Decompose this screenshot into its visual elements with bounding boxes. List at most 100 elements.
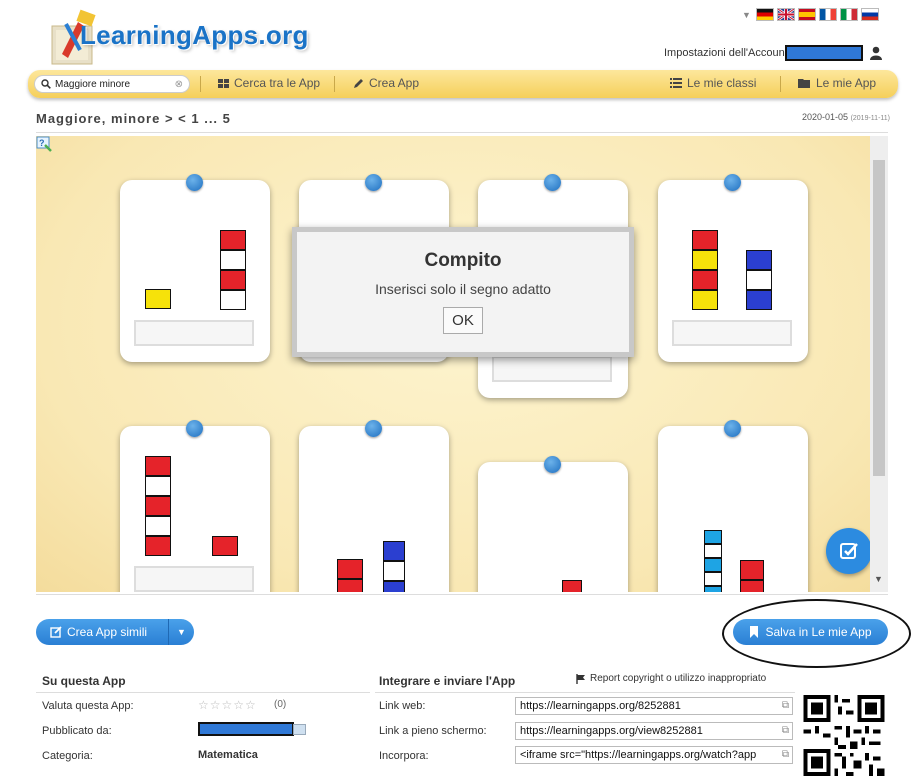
- nav-mie-classi[interactable]: Le mie classi: [670, 76, 756, 90]
- date-value: 2020-01-05: [802, 112, 849, 122]
- divider: [334, 76, 335, 92]
- uk-flag-icon[interactable]: [776, 8, 795, 21]
- scrollbar-thumb[interactable]: [873, 160, 885, 476]
- italian-flag-icon[interactable]: [839, 8, 858, 21]
- block: [145, 516, 171, 536]
- german-flag-icon[interactable]: [755, 8, 774, 21]
- block: [220, 290, 246, 310]
- spanish-flag-icon[interactable]: [797, 8, 816, 21]
- pencil-icon: [354, 78, 363, 88]
- rating-stars[interactable]: ☆☆☆☆☆: [198, 698, 257, 712]
- block: [220, 250, 246, 270]
- block: [145, 456, 171, 476]
- report-link[interactable]: Report copyright o utilizzo inappropriat…: [576, 673, 766, 684]
- crea-app-simili-main[interactable]: Crea App simili: [36, 619, 168, 645]
- block: [746, 250, 772, 270]
- pin-icon: [544, 456, 561, 473]
- nav-crea-app[interactable]: Crea App: [353, 76, 419, 90]
- block: [562, 580, 582, 592]
- dialog-title: Compito: [424, 250, 502, 271]
- block: [746, 270, 772, 290]
- block: [383, 561, 405, 581]
- category-value[interactable]: Matematica: [198, 749, 258, 761]
- pin-icon: [724, 174, 741, 191]
- ok-button[interactable]: OK: [443, 307, 483, 334]
- account-settings-label[interactable]: Impostazioni dell'Accoun: [664, 47, 785, 59]
- fullscreen-link-value: https://learningapps.org/view8252881: [520, 725, 703, 737]
- scroll-down-icon[interactable]: ▼: [874, 574, 883, 584]
- task-card[interactable]: [658, 174, 808, 362]
- answer-slot[interactable]: [134, 566, 254, 592]
- divider: [200, 76, 201, 92]
- block: [383, 581, 405, 592]
- rate-count: (0): [274, 699, 287, 710]
- search-icon: [41, 79, 51, 89]
- french-flag-icon[interactable]: [818, 8, 837, 21]
- fullscreen-link-field[interactable]: https://learningapps.org/view8252881 ⧉: [515, 722, 793, 740]
- task-card[interactable]: [299, 420, 449, 592]
- copy-icon[interactable]: ⧉: [782, 725, 789, 736]
- nav-mie-app[interactable]: Le mie App: [798, 76, 876, 90]
- block: [704, 558, 722, 572]
- logo-text: LearningApps.org: [80, 20, 309, 50]
- block: [220, 270, 246, 290]
- search-box[interactable]: ⊗: [34, 75, 190, 93]
- report-label: Report copyright o utilizzo inappropriat…: [590, 673, 767, 684]
- crea-app-simili-button[interactable]: Crea App simili ▼: [36, 619, 194, 645]
- embed-field[interactable]: <iframe src="https://learningapps.org/wa…: [515, 746, 793, 764]
- answer-slot[interactable]: [492, 356, 612, 382]
- block: [220, 230, 246, 250]
- pin-icon: [186, 420, 203, 437]
- chevron-down-icon[interactable]: ▼: [742, 10, 751, 20]
- help-icon[interactable]: ?: [36, 136, 52, 152]
- folder-icon: [798, 79, 810, 88]
- rate-label: Valuta questa App:: [42, 700, 134, 712]
- block: [337, 579, 363, 592]
- block: [145, 289, 171, 309]
- divider: [375, 692, 795, 693]
- answer-slot[interactable]: [672, 320, 792, 346]
- answer-slot[interactable]: [134, 320, 254, 346]
- block: [337, 559, 363, 579]
- web-link-field[interactable]: https://learningapps.org/8252881 ⧉: [515, 697, 793, 715]
- account-settings[interactable]: Impostazioni dell'Accoun: [664, 45, 883, 61]
- copy-icon[interactable]: ⧉: [782, 749, 789, 760]
- app-board[interactable]: ? ▼: [36, 136, 888, 592]
- date-label: 2020-01-05 (2019-11-11): [802, 112, 890, 122]
- block: [145, 476, 171, 496]
- task-card[interactable]: [658, 420, 808, 592]
- highlight-ellipse: [722, 599, 911, 668]
- nav-cerca-app[interactable]: Cerca tra le App: [218, 76, 320, 90]
- embed-value: <iframe src="https://learningapps.org/wa…: [520, 749, 757, 761]
- list-icon: [670, 78, 682, 88]
- svg-text:?: ?: [39, 138, 45, 148]
- task-dialog: Compito Inserisci solo il segno adatto O…: [292, 227, 634, 357]
- block: [692, 230, 718, 250]
- redacted-username: [784, 45, 863, 61]
- scrollbar[interactable]: ▼: [870, 136, 888, 592]
- clear-search-icon[interactable]: ⊗: [175, 79, 183, 90]
- nav-bar: ⊗ Cerca tra le App Crea App Le mie class…: [28, 70, 898, 98]
- block: [704, 586, 722, 592]
- user-icon[interactable]: [869, 46, 883, 60]
- block: [704, 572, 722, 586]
- task-card[interactable]: [478, 456, 628, 592]
- divider: [36, 594, 888, 595]
- task-card[interactable]: [120, 174, 270, 362]
- search-input[interactable]: [55, 78, 173, 90]
- task-card[interactable]: [120, 420, 270, 592]
- russian-flag-icon[interactable]: [860, 8, 879, 21]
- divider: [36, 132, 888, 133]
- author-badge: [293, 724, 306, 735]
- check-button[interactable]: [826, 528, 872, 574]
- copy-icon[interactable]: ⧉: [782, 700, 789, 711]
- crea-app-simili-label: Crea App simili: [67, 625, 148, 639]
- block: [740, 580, 764, 592]
- grid-icon: [218, 78, 229, 88]
- language-selector[interactable]: ▼: [742, 8, 879, 21]
- flag-icon: [576, 673, 585, 684]
- chevron-down-icon[interactable]: ▼: [168, 619, 194, 645]
- nav-crea-label: Crea App: [369, 76, 420, 90]
- logo[interactable]: LearningApps.org: [40, 2, 340, 70]
- block: [212, 536, 238, 556]
